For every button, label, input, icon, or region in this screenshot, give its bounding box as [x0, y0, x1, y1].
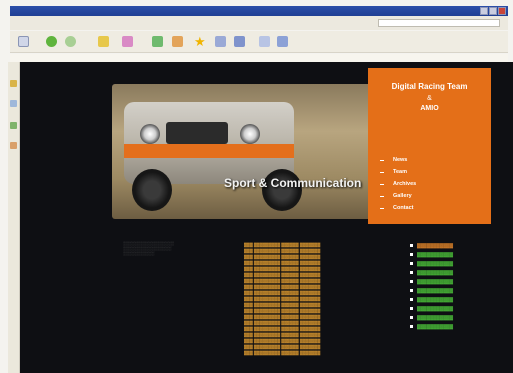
headlight — [240, 124, 260, 144]
dash-icon — [380, 183, 384, 185]
dash-icon — [380, 195, 384, 197]
brand-subtitle: AMIO — [420, 105, 439, 112]
bullet-icon — [410, 289, 413, 292]
brand-title: Digital Racing Team — [391, 82, 468, 91]
nav-label: Team — [393, 169, 407, 175]
address-bar[interactable] — [378, 19, 500, 27]
links-item[interactable]: ▓▓▓▓▓▓▓▓▓▓▓ — [410, 313, 502, 322]
nav-item-contact[interactable]: Contact — [380, 202, 416, 214]
nav-label: Gallery — [393, 193, 412, 199]
links-item-label: ▓▓▓▓▓▓▓▓▓▓▓ — [417, 279, 454, 284]
cut-icon[interactable] — [122, 36, 133, 47]
hero-banner: Sport & Communication — [112, 84, 380, 219]
links-item-label: ▓▓▓▓▓▓▓▓▓▓▓ — [417, 288, 454, 293]
close-button[interactable] — [498, 7, 506, 15]
layout-icon[interactable] — [234, 36, 245, 47]
star-icon[interactable]: ★ — [194, 35, 206, 48]
grid-icon[interactable] — [277, 36, 288, 47]
bullet-icon — [410, 262, 413, 265]
bullet-icon — [410, 298, 413, 301]
path-bar — [10, 54, 508, 62]
dash-icon — [380, 171, 384, 173]
panel-icon[interactable] — [10, 100, 17, 107]
forward-icon[interactable] — [65, 36, 76, 47]
window-controls — [480, 7, 506, 15]
nav-item-gallery[interactable]: Gallery — [380, 190, 416, 202]
brand-ampersand: & — [427, 95, 432, 102]
links-item[interactable]: ▓▓▓▓▓▓▓▓▓▓▓ — [410, 277, 502, 286]
site-nav: News Team Archives Gallery Contact — [380, 154, 416, 214]
bullet-icon — [410, 271, 413, 274]
links-list: ▓▓▓▓▓▓▓▓▓▓▓ ▓▓▓▓▓▓▓▓▓▓▓ ▓▓▓▓▓▓▓▓▓▓▓ ▓▓▓▓▓▓▓… — [410, 241, 502, 331]
panel-icon[interactable] — [10, 80, 17, 87]
side-panel — [8, 62, 20, 373]
paste-icon[interactable] — [172, 36, 183, 47]
truck-stripe — [124, 144, 294, 158]
bullet-icon — [410, 253, 413, 256]
news-list: ▓▓▓ ▓▓▓▓▓▓▓▓▓ ▓▓▓▓▓▓ ▓▓▓▓▓▓▓ ▓▓▓ ▓▓▓▓▓▓▓▓… — [244, 242, 354, 356]
links-column: ▓▓▓▓▓▓▓▓▓▓▓ ▓▓▓▓▓▓▓▓▓▓▓ ▓▓▓▓▓▓▓▓▓▓▓ ▓▓▓▓▓▓▓… — [410, 239, 502, 331]
headlight — [140, 124, 160, 144]
toolbar: ★ — [10, 31, 508, 53]
page-icon[interactable] — [18, 36, 29, 47]
wheel — [132, 169, 172, 211]
bullet-icon — [410, 325, 413, 328]
links-item[interactable]: ▓▓▓▓▓▓▓▓▓▓▓ — [410, 250, 502, 259]
links-item[interactable]: ▓▓▓▓▓▓▓▓▓▓▓ — [410, 304, 502, 313]
news-column: ▓▓▓ ▓▓▓▓▓▓▓▓▓ ▓▓▓▓▓▓ ▓▓▓▓▓▓▓ ▓▓▓ ▓▓▓▓▓▓▓▓… — [244, 239, 354, 356]
links-item-label: ▓▓▓▓▓▓▓▓▓▓▓ — [417, 324, 454, 329]
dash-icon — [380, 159, 384, 161]
links-item-label: ▓▓▓▓▓▓▓▓▓▓▓ — [417, 261, 454, 266]
edit-icon[interactable] — [98, 36, 109, 47]
links-item-label: ▓▓▓▓▓▓▓▓▓▓▓ — [417, 252, 454, 257]
brand-panel: Digital Racing Team & AMIO News Team Arc… — [368, 68, 491, 224]
nav-item-archives[interactable]: Archives — [380, 178, 416, 190]
nav-label: Contact — [393, 205, 414, 211]
panel-icon[interactable] — [10, 142, 17, 149]
links-item[interactable]: ▓▓▓▓▓▓▓▓▓▓▓ — [410, 295, 502, 304]
links-item[interactable]: ▓▓▓▓▓▓▓▓▓▓▓ — [410, 259, 502, 268]
links-item-label: ▓▓▓▓▓▓▓▓▓▓▓ — [417, 306, 454, 311]
dash-icon — [380, 207, 384, 209]
bottom-fade — [20, 355, 513, 373]
bullet-icon — [410, 244, 413, 247]
website-preview: Sport & Communication Digital Racing Tea… — [20, 62, 513, 373]
truck-grille — [166, 122, 228, 144]
link-icon[interactable] — [259, 36, 270, 47]
minimize-button[interactable] — [480, 7, 488, 15]
panel-icon[interactable] — [10, 122, 17, 129]
copy-icon[interactable] — [152, 36, 163, 47]
nav-label: News — [393, 157, 408, 163]
links-item-label: ▓▓▓▓▓▓▓▓▓▓▓ — [417, 315, 454, 320]
links-item[interactable]: ▓▓▓▓▓▓▓▓▓▓▓ — [410, 241, 502, 250]
hero-title: Sport & Communication — [224, 176, 362, 190]
table-icon[interactable] — [215, 36, 226, 47]
back-icon[interactable] — [46, 36, 57, 47]
bullet-icon — [410, 307, 413, 310]
nav-item-team[interactable]: Team — [380, 166, 416, 178]
links-item[interactable]: ▓▓▓▓▓▓▓▓▓▓▓ — [410, 268, 502, 277]
links-item[interactable]: ▓▓▓▓▓▓▓▓▓▓▓ — [410, 322, 502, 331]
links-item[interactable]: ▓▓▓▓▓▓▓▓▓▓▓ — [410, 286, 502, 295]
nav-item-news[interactable]: News — [380, 154, 416, 166]
nav-label: Archives — [393, 181, 417, 187]
bullet-icon — [410, 316, 413, 319]
bullet-icon — [410, 280, 413, 283]
links-item-label: ▓▓▓▓▓▓▓▓▓▓▓ — [417, 270, 454, 275]
links-item-label: ▓▓▓▓▓▓▓▓▓▓▓ — [417, 243, 454, 248]
links-item-label: ▓▓▓▓▓▓▓▓▓▓▓ — [417, 297, 454, 302]
intro-column: ░░░░░░░░░░░░░░░░░░ ░░░░░░░░░░░░░░░░░ ░░░░░… — [123, 239, 233, 264]
intro-text: ░░░░░░░░░░░░░░░░░░ ░░░░░░░░░░░░░░░░░ ░░░░░… — [123, 241, 175, 256]
title-bar — [10, 6, 508, 16]
maximize-button[interactable] — [489, 7, 497, 15]
browser-window: ★ Sport & Communication Digital Racing T… — [0, 0, 513, 373]
